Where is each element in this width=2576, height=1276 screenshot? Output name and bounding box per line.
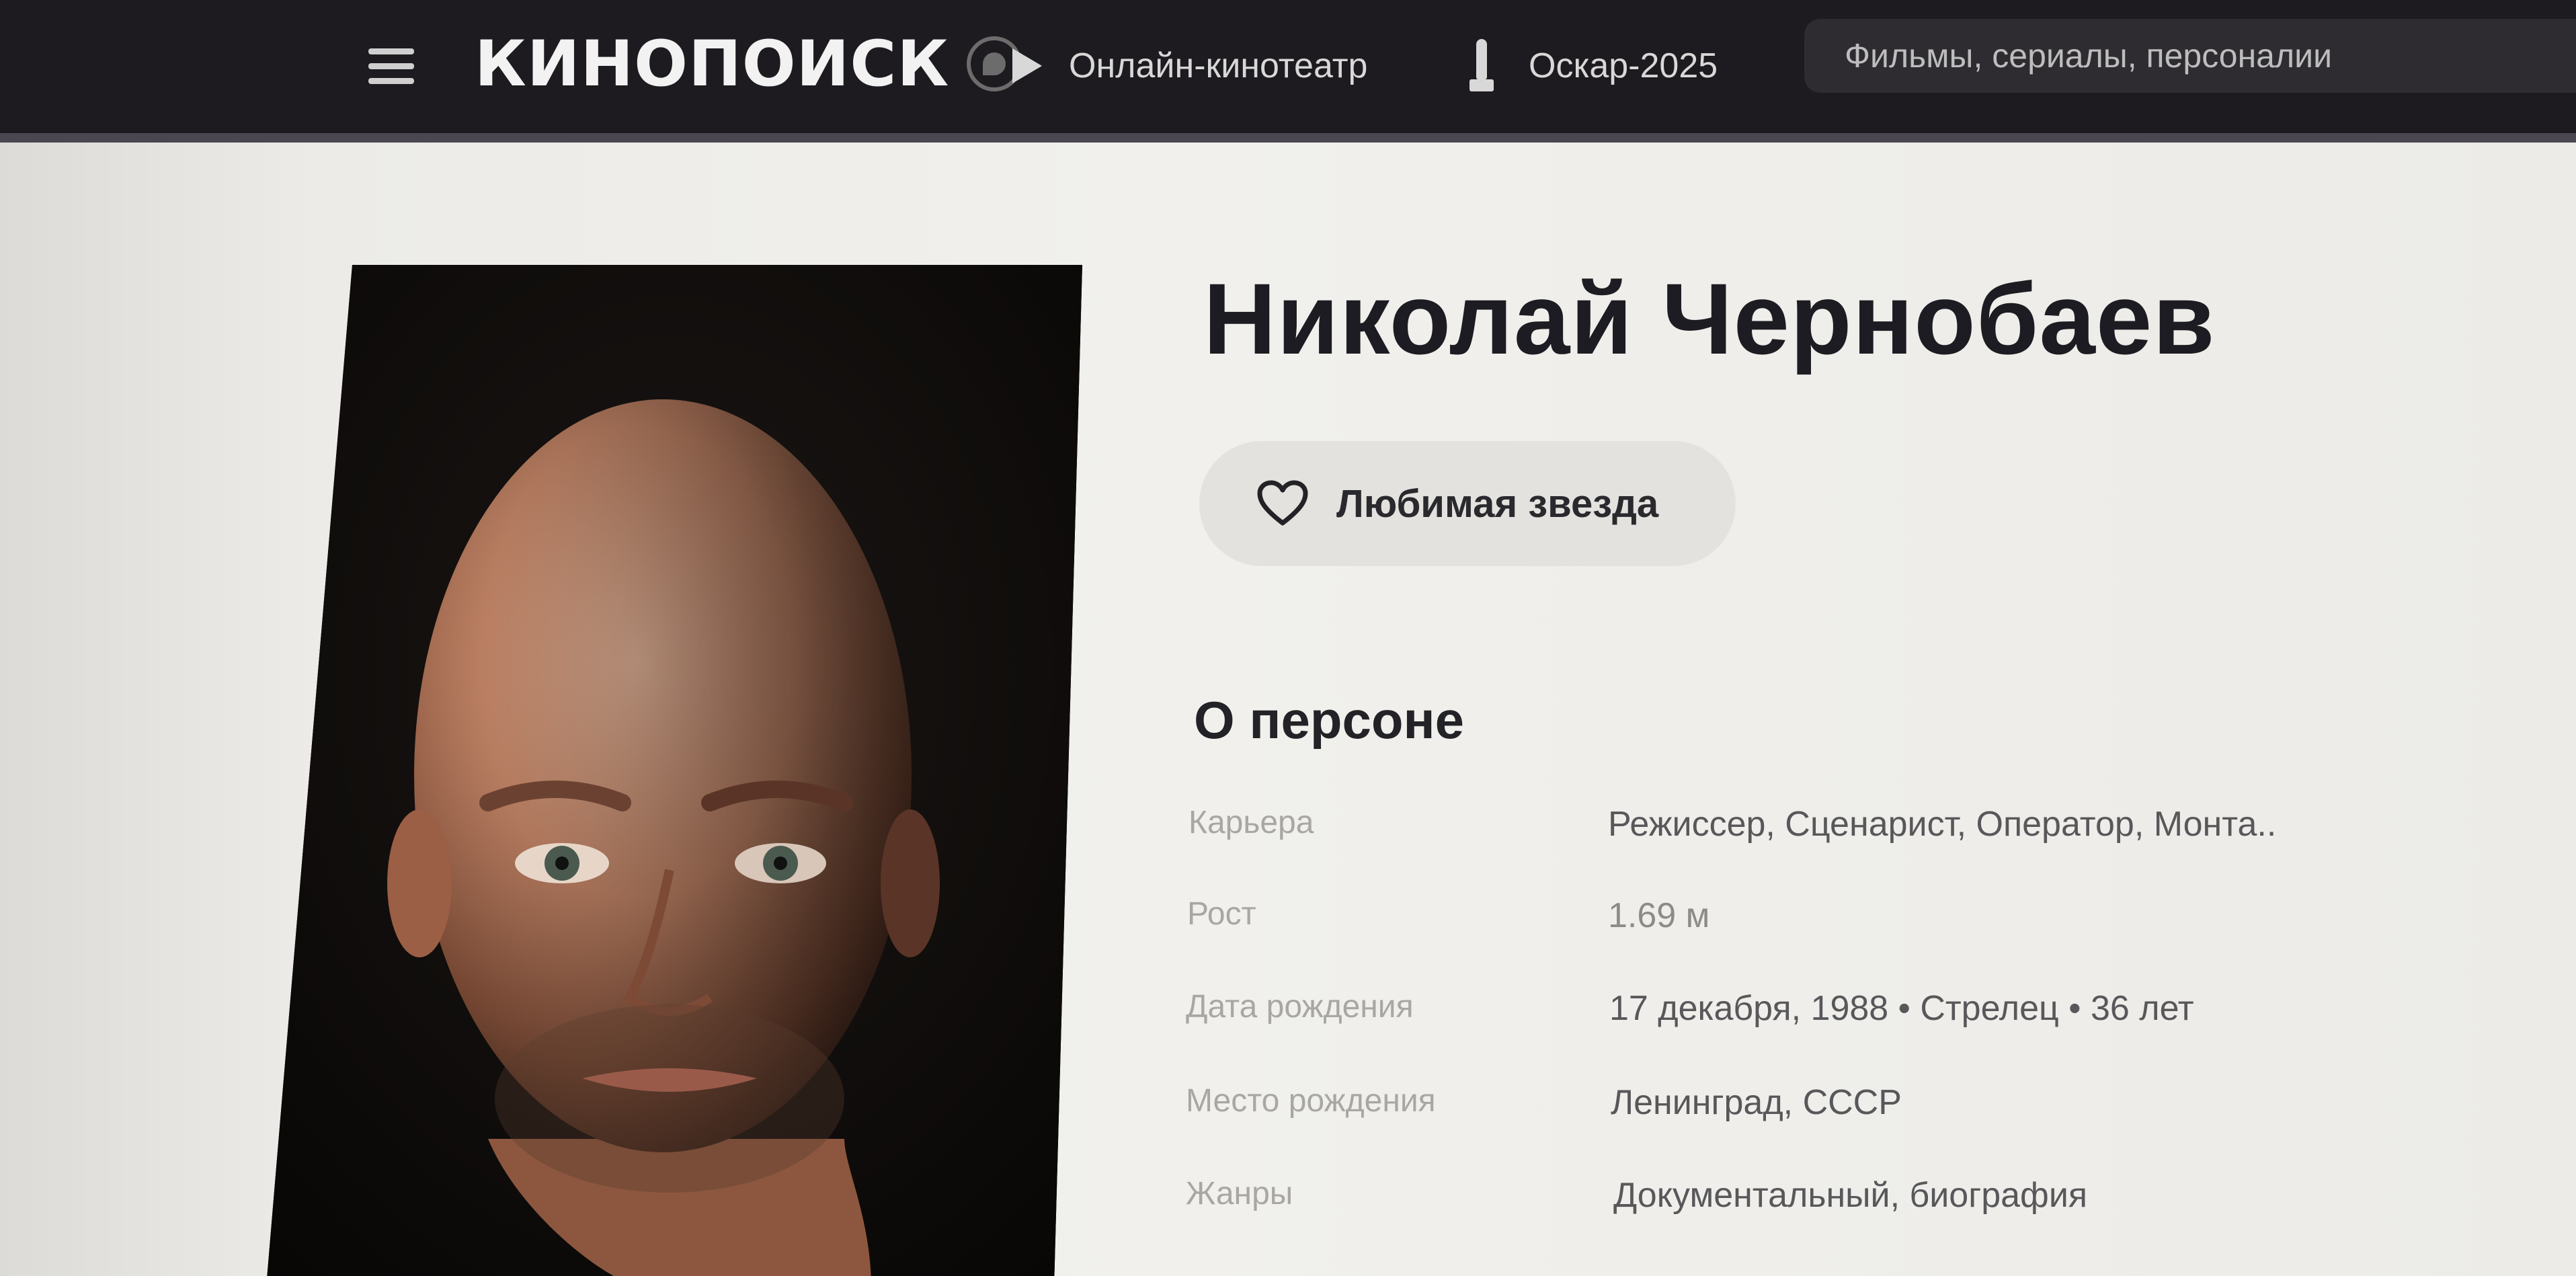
nav-online-cinema-label: Онлайн-кинотеатр <box>1069 46 1368 85</box>
info-row-birth-date: Дата рождения 17 декабря, 1988 • Стрелец… <box>1186 988 2369 1042</box>
favorite-star-label: Любимая звезда <box>1336 481 1659 526</box>
info-row-genres: Жанры Документальный, биография <box>1186 1175 2369 1229</box>
nav-oscar-label: Оскар-2025 <box>1529 46 1718 85</box>
info-label: Рост <box>1187 896 1256 932</box>
about-section-title: О персоне <box>1194 690 1464 750</box>
person-photo <box>266 265 1082 1276</box>
logo-text: КИНОПОИСК <box>475 27 950 101</box>
info-label: Карьера <box>1189 805 1314 840</box>
info-value: Ленинград, СССР <box>1611 1083 1902 1122</box>
info-label: Жанры <box>1186 1176 1293 1211</box>
oscar-statuette-icon <box>1468 39 1495 93</box>
info-value: Режиссер, Сценарист, Оператор, Монта.. <box>1608 805 2277 844</box>
play-icon <box>1012 48 1042 83</box>
top-header: КИНОПОИСК Онлайн-кинотеатр Оскар-2025 <box>0 0 2576 143</box>
person-name: Николай Чернобаев <box>1203 262 2216 375</box>
search-box[interactable] <box>1804 19 2576 93</box>
heart-outline-icon <box>1257 480 1308 526</box>
nav-online-cinema[interactable]: Онлайн-кинотеатр <box>1012 32 1367 99</box>
screen: КИНОПОИСК Онлайн-кинотеатр Оскар-2025 Фи… <box>0 0 2576 1276</box>
info-value: 1.69 м <box>1608 896 1710 935</box>
nav-oscar[interactable]: Оскар-2025 <box>1468 32 1718 99</box>
info-value: Документальный, биография <box>1613 1176 2088 1215</box>
search-input[interactable] <box>1845 36 2576 75</box>
info-row-birth-place: Место рождения Ленинград, СССР <box>1186 1082 2369 1136</box>
info-label: Дата рождения <box>1186 989 1414 1025</box>
site-logo[interactable]: КИНОПОИСК <box>475 27 1022 101</box>
info-value: 17 декабря, 1988 • Стрелец • 36 лет <box>1609 989 2194 1028</box>
info-label: Место рождения <box>1186 1083 1436 1119</box>
favorite-star-button[interactable]: Любимая звезда <box>1199 441 1736 566</box>
info-row-height: Рост 1.69 м <box>1187 895 2370 949</box>
info-row-career: Карьера Режиссер, Сценарист, Оператор, М… <box>1189 804 2372 858</box>
hamburger-menu-icon[interactable] <box>368 48 414 85</box>
